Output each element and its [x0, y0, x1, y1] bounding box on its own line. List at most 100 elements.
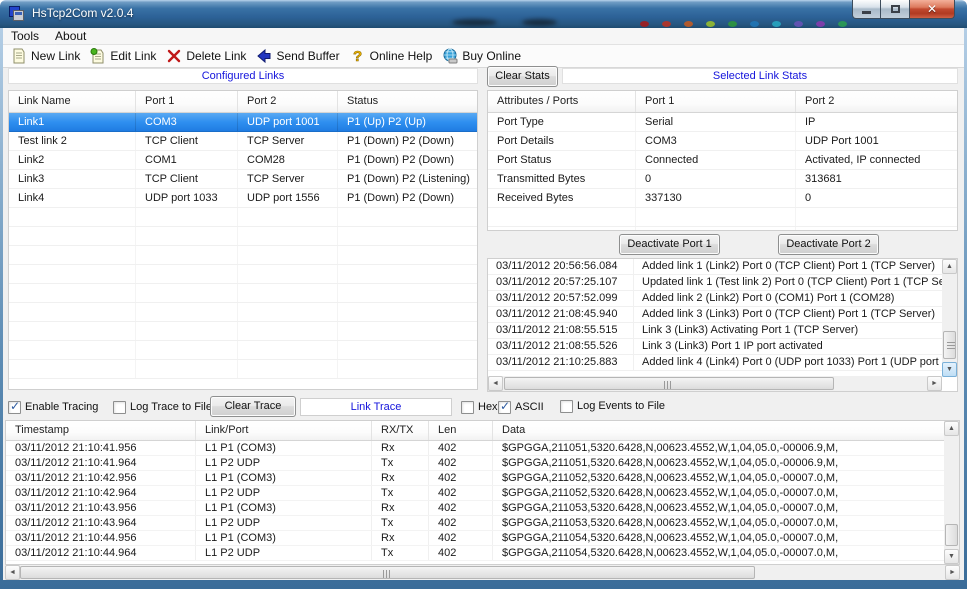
scroll-up-icon[interactable]: ▲: [944, 421, 959, 436]
table-row: Port Type Serial IP: [488, 113, 957, 132]
table-row: Transmitted Bytes 0 313681: [488, 170, 957, 189]
scroll-up-icon[interactable]: ▲: [942, 259, 957, 274]
column-header-link-port[interactable]: Link/Port: [196, 421, 372, 440]
app-icon[interactable]: [9, 6, 25, 22]
list-item[interactable]: 03/11/2012 21:08:55.526Link 3 (Link3) Po…: [488, 339, 942, 355]
clear-trace-button[interactable]: Clear Trace: [210, 396, 296, 417]
send-buffer-button[interactable]: Send Buffer: [252, 46, 345, 66]
table-row[interactable]: 03/11/2012 21:10:44.956L1 P1 (COM3)Rx402…: [6, 531, 959, 546]
column-header-len[interactable]: Len: [429, 421, 493, 440]
table-row[interactable]: Link2 COM1 COM28 P1 (Down) P2 (Down): [9, 151, 477, 170]
list-item[interactable]: 03/11/2012 20:57:25.107Updated link 1 (T…: [488, 275, 942, 291]
buy-online-button[interactable]: Buy Online: [438, 46, 527, 66]
menu-about[interactable]: About: [47, 28, 94, 44]
scroll-right-icon[interactable]: ►: [945, 565, 960, 580]
table-row[interactable]: 03/11/2012 21:10:44.964L1 P2 UDPTx402$GP…: [6, 546, 959, 561]
hex-checkbox[interactable]: Hex: [461, 399, 498, 415]
table-row[interactable]: 03/11/2012 21:10:42.964L1 P2 UDPTx402$GP…: [6, 486, 959, 501]
column-header-port2[interactable]: Port 2: [796, 91, 954, 112]
enable-tracing-checkbox[interactable]: Enable Tracing: [8, 399, 98, 415]
scroll-thumb[interactable]: [20, 566, 755, 579]
edit-link-icon: [90, 48, 106, 64]
menu-tools[interactable]: Tools: [3, 28, 47, 44]
log-trace-to-file-checkbox[interactable]: Log Trace to File: [113, 399, 212, 415]
titlebar-desktop-reflection: [728, 21, 737, 27]
scroll-right-icon[interactable]: ►: [927, 376, 942, 391]
configured-links-header: Link Name Port 1 Port 2 Status: [9, 91, 477, 113]
trace-hscrollbar[interactable]: ◄ ►: [5, 565, 960, 580]
scroll-down-icon[interactable]: ▼: [944, 549, 959, 564]
delete-link-button[interactable]: Delete Link: [162, 46, 252, 66]
list-item[interactable]: 03/11/2012 20:57:52.099Added link 2 (Lin…: [488, 291, 942, 307]
event-log-vscrollbar[interactable]: ▲ ▼: [942, 259, 957, 377]
trace-vscrollbar[interactable]: ▲ ▼: [944, 421, 959, 564]
titlebar-desktop-reflection: [452, 19, 497, 26]
column-header-port2[interactable]: Port 2: [238, 91, 338, 112]
table-row[interactable]: 03/11/2012 21:10:42.956L1 P1 (COM3)Rx402…: [6, 471, 959, 486]
scroll-thumb[interactable]: [943, 331, 956, 359]
column-header-port1[interactable]: Port 1: [136, 91, 238, 112]
titlebar-desktop-reflection: [794, 21, 803, 27]
list-item[interactable]: 03/11/2012 21:08:45.940Added link 3 (Lin…: [488, 307, 942, 323]
deactivate-port1-button[interactable]: Deactivate Port 1: [619, 234, 720, 255]
table-row[interactable]: 03/11/2012 21:10:43.964L1 P2 UDPTx402$GP…: [6, 516, 959, 531]
list-item[interactable]: 03/11/2012 20:56:56.084Added link 1 (Lin…: [488, 259, 942, 275]
client-area: Tools About New Link Edit Link Delete Li…: [3, 28, 964, 580]
column-header-data[interactable]: Data: [493, 421, 944, 440]
titlebar-desktop-reflection: [662, 21, 671, 27]
empty-row: [9, 208, 477, 227]
column-header-port1[interactable]: Port 1: [636, 91, 796, 112]
list-item[interactable]: 03/11/2012 21:08:55.515Link 3 (Link3) Ac…: [488, 323, 942, 339]
titlebar-desktop-reflection: [706, 21, 715, 27]
new-link-icon: [11, 48, 27, 64]
titlebar-desktop-reflection: [640, 21, 649, 27]
minimize-button[interactable]: [852, 0, 881, 19]
titlebar-desktop-reflection: [750, 21, 759, 27]
column-header-rxtx[interactable]: RX/TX: [372, 421, 429, 440]
titlebar-desktop-reflection: [522, 19, 557, 26]
titlebar-desktop-reflection: [684, 21, 693, 27]
column-header-attributes[interactable]: Attributes / Ports: [488, 91, 636, 112]
list-item[interactable]: 03/11/2012 21:10:25.883Added link 4 (Lin…: [488, 355, 942, 371]
configured-links-title: Configured Links: [8, 68, 478, 84]
scroll-thumb[interactable]: [504, 377, 834, 390]
empty-row: [9, 360, 477, 379]
table-row[interactable]: 03/11/2012 21:10:41.956L1 P1 (COM3)Rx402…: [6, 441, 959, 456]
table-row: Received Bytes 337130 0: [488, 189, 957, 208]
svg-text:?: ?: [353, 48, 362, 64]
log-events-to-file-checkbox[interactable]: Log Events to File: [560, 398, 665, 414]
online-help-button[interactable]: ? Online Help: [346, 46, 439, 66]
table-row[interactable]: 03/11/2012 21:10:43.956L1 P1 (COM3)Rx402…: [6, 501, 959, 516]
scroll-thumb[interactable]: [945, 524, 958, 546]
clear-stats-button[interactable]: Clear Stats: [487, 66, 558, 87]
scroll-down-icon[interactable]: ▼: [942, 362, 957, 377]
column-header-status[interactable]: Status: [338, 91, 477, 112]
close-button[interactable]: ✕: [910, 0, 955, 19]
ascii-checkbox[interactable]: ASCII: [498, 399, 544, 415]
column-header-timestamp[interactable]: Timestamp: [6, 421, 196, 440]
empty-row: [9, 227, 477, 246]
link-stats-header: Attributes / Ports Port 1 Port 2: [488, 91, 957, 113]
titlebar[interactable]: HsTcp2Com v2.0.4 ✕: [0, 0, 967, 28]
titlebar-desktop-reflection: [838, 21, 847, 27]
checkbox-icon: [461, 401, 474, 414]
maximize-button[interactable]: [881, 0, 910, 19]
column-header-link-name[interactable]: Link Name: [9, 91, 136, 112]
scroll-left-icon[interactable]: ◄: [5, 565, 20, 580]
new-link-button[interactable]: New Link: [7, 46, 86, 66]
edit-link-button[interactable]: Edit Link: [86, 46, 162, 66]
titlebar-desktop-reflection: [772, 21, 781, 27]
table-row[interactable]: 03/11/2012 21:10:41.964L1 P2 UDPTx402$GP…: [6, 456, 959, 471]
menu-bar: Tools About: [3, 28, 964, 45]
table-row[interactable]: Link1 COM3 UDP port 1001 P1 (Up) P2 (Up): [9, 113, 477, 132]
empty-row: [9, 303, 477, 322]
table-row[interactable]: Link3 TCP Client TCP Server P1 (Down) P2…: [9, 170, 477, 189]
table-row[interactable]: Link4 UDP port 1033 UDP port 1556 P1 (Do…: [9, 189, 477, 208]
scroll-left-icon[interactable]: ◄: [488, 376, 503, 391]
table-row[interactable]: Test link 2 TCP Client TCP Server P1 (Do…: [9, 132, 477, 151]
trace-name-field[interactable]: Link Trace: [300, 398, 452, 416]
close-icon: ✕: [927, 3, 937, 15]
event-log-hscrollbar[interactable]: ◄ ►: [488, 376, 942, 391]
deactivate-port2-button[interactable]: Deactivate Port 2: [778, 234, 879, 255]
empty-row: [9, 284, 477, 303]
